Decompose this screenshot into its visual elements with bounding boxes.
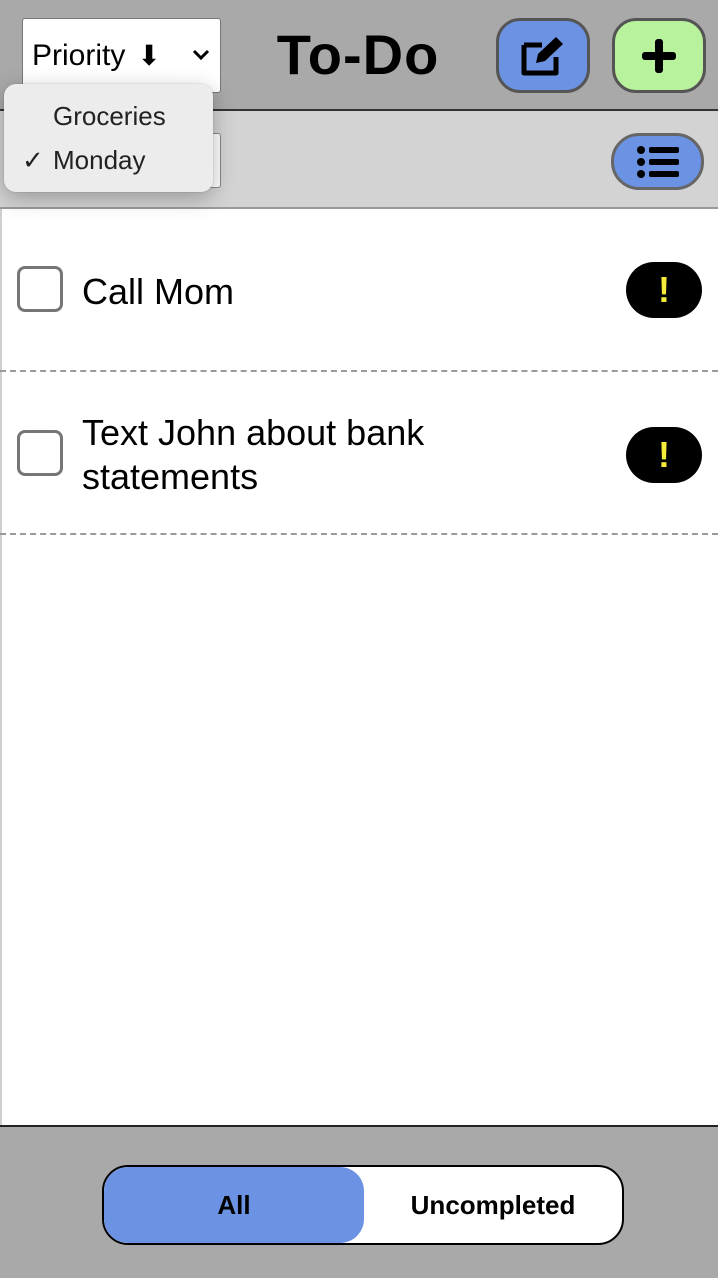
- list-icon: [636, 145, 679, 178]
- task-row: Text John about bank statements !: [0, 372, 718, 535]
- task-row: Call Mom !: [0, 209, 718, 372]
- task-text: Text John about bank statements: [82, 412, 425, 497]
- checkmark-icon: ✓: [22, 145, 44, 175]
- filter-all-button[interactable]: All: [104, 1167, 364, 1243]
- sort-select-value: Priority: [32, 38, 126, 72]
- page-title: To-Do: [276, 23, 440, 86]
- chevron-down-icon: [192, 49, 210, 61]
- dropdown-option-groceries[interactable]: Groceries: [4, 95, 213, 139]
- list-view-button[interactable]: [611, 133, 704, 190]
- task-text: Call Mom: [82, 271, 235, 312]
- task-checkbox[interactable]: [17, 430, 63, 476]
- sort-select[interactable]: Priority ⬇: [22, 18, 221, 93]
- dropdown-option-label: Groceries: [53, 101, 166, 131]
- edit-button[interactable]: [496, 18, 590, 93]
- plus-icon: [642, 38, 676, 73]
- list-dropdown-menu: Groceries ✓ Monday: [4, 84, 213, 192]
- dropdown-option-monday[interactable]: ✓ Monday: [4, 139, 213, 183]
- priority-badge[interactable]: !: [626, 262, 702, 318]
- priority-badge[interactable]: !: [626, 427, 702, 483]
- dropdown-option-label: Monday: [53, 145, 146, 175]
- task-checkbox[interactable]: [17, 266, 63, 312]
- add-button[interactable]: [612, 18, 706, 93]
- filter-segmented-control: All Uncompleted: [102, 1165, 624, 1245]
- app-footer: All Uncompleted: [0, 1125, 718, 1278]
- filter-uncompleted-button[interactable]: Uncompleted: [364, 1167, 622, 1243]
- task-list: Call Mom ! Text John about bank statemen…: [0, 209, 718, 535]
- edit-icon: [521, 36, 563, 75]
- arrow-down-icon: ⬇: [137, 40, 161, 71]
